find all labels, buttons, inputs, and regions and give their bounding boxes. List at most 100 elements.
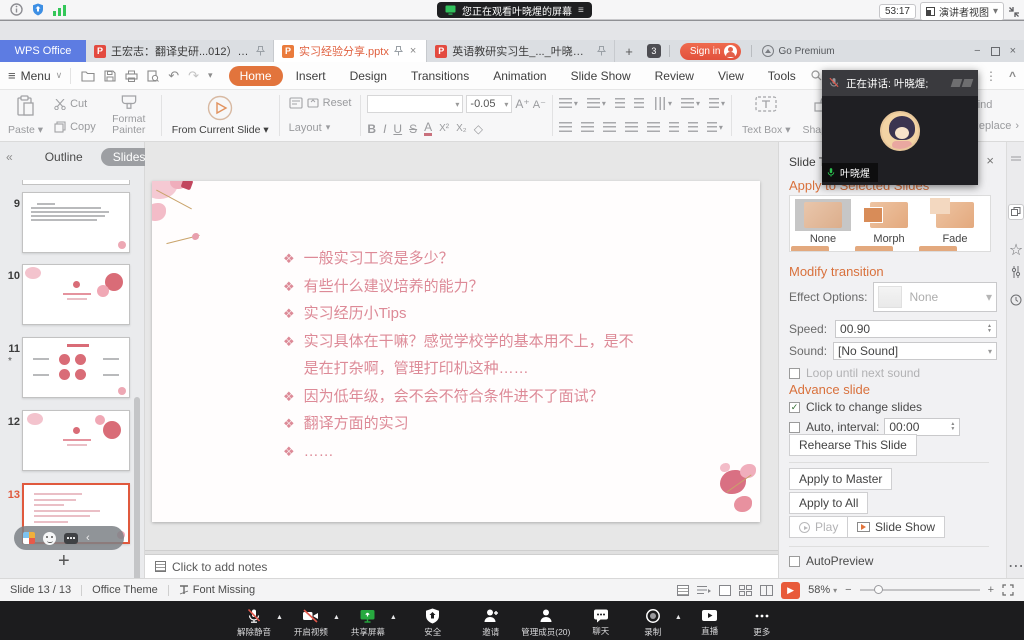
- tab-home[interactable]: Home: [229, 66, 283, 86]
- apply-to-all-button[interactable]: Apply to All: [789, 492, 868, 514]
- minimize-icon[interactable]: −: [974, 45, 980, 57]
- align-right-icon[interactable]: [603, 122, 616, 133]
- shield-icon[interactable]: [32, 3, 44, 16]
- outline-tab[interactable]: Outline: [41, 148, 87, 166]
- loop-checkbox[interactable]: [789, 368, 800, 379]
- floating-reaction-dock[interactable]: ‹: [14, 526, 124, 550]
- sound-dropdown[interactable]: [No Sound] ▾: [833, 342, 997, 360]
- layout-button[interactable]: Layout ▾: [286, 121, 355, 135]
- live-stream-button[interactable]: 直播: [684, 604, 736, 637]
- spin-down-icon[interactable]: ▼: [987, 329, 992, 334]
- subscript-icon[interactable]: X₂: [456, 123, 467, 134]
- participant-video-overlay[interactable]: 正在讲话: 叶晓煋; 叶晓煋: [822, 70, 978, 185]
- bullet-item[interactable]: ❖有些什么建议培养的能力？: [283, 273, 643, 301]
- slide-show-button[interactable]: Slide Show: [847, 516, 945, 538]
- slide-canvas[interactable]: ❖一般实习工资是多少？ ❖有些什么建议培养的能力？ ❖实习经历小Tips ❖实习…: [152, 181, 760, 522]
- increase-font-icon[interactable]: A⁺: [515, 97, 529, 111]
- font-family-combobox[interactable]: ▾: [367, 95, 463, 113]
- justify-icon[interactable]: [625, 122, 638, 133]
- text-effects-icon[interactable]: [709, 98, 719, 109]
- strikethrough-icon[interactable]: S: [409, 122, 417, 136]
- history-clock-icon[interactable]: [1007, 294, 1024, 306]
- chat-button[interactable]: 聊天: [575, 604, 627, 637]
- slide-thumbnail-11[interactable]: [22, 337, 130, 398]
- apply-to-master-button[interactable]: Apply to Master: [789, 468, 892, 490]
- bullet-item[interactable]: ❖翻译方面的实习: [283, 410, 643, 438]
- share-screen-button[interactable]: 共享屏幕: [342, 604, 394, 638]
- speed-input[interactable]: 00.90 ▲▼: [835, 320, 997, 338]
- close-panel-icon[interactable]: ×: [986, 153, 994, 168]
- tab-insert[interactable]: Insert: [285, 66, 337, 86]
- auto-interval-checkbox[interactable]: [789, 422, 800, 433]
- chat-bubble-icon[interactable]: [64, 533, 78, 544]
- column-list-icon[interactable]: [688, 122, 698, 133]
- theme-name[interactable]: Office Theme: [92, 584, 158, 596]
- settings-sliders-icon[interactable]: [1007, 266, 1024, 278]
- print-preview-icon[interactable]: [147, 70, 159, 82]
- superscript-icon[interactable]: X²: [439, 123, 449, 134]
- rehearse-button[interactable]: Rehearse This Slide: [789, 434, 917, 456]
- font-size-combobox[interactable]: -0.05 ▾: [466, 95, 512, 113]
- decrease-indent-icon[interactable]: [615, 98, 625, 109]
- pin-icon[interactable]: [394, 46, 403, 56]
- distribute-icon[interactable]: [647, 122, 660, 133]
- align-text-icon[interactable]: [681, 98, 694, 109]
- collapse-panel-icon[interactable]: «: [6, 150, 13, 164]
- emoji-reaction-icon[interactable]: [43, 532, 56, 545]
- tab-design[interactable]: Design: [339, 66, 398, 86]
- zoom-in-icon[interactable]: +: [988, 584, 994, 596]
- wps-office-button[interactable]: WPS Office: [0, 40, 86, 62]
- font-missing-indicator[interactable]: Font Missing: [179, 584, 255, 596]
- autopreview-checkbox[interactable]: [789, 556, 800, 567]
- font-color-icon[interactable]: A: [424, 122, 432, 136]
- slide-bullet-list[interactable]: ❖一般实习工资是多少？ ❖有些什么建议培养的能力？ ❖实习经历小Tips ❖实习…: [283, 245, 643, 465]
- mic-options-caret-icon[interactable]: ▲: [276, 614, 283, 621]
- document-tab-3[interactable]: P 英语教研实习生_..._叶晓煋.pdf: [427, 40, 615, 62]
- unmute-button[interactable]: 解除静音: [228, 604, 280, 638]
- tab-view[interactable]: View: [707, 66, 755, 86]
- undo-icon[interactable]: ↶: [168, 68, 179, 84]
- tab-transitions[interactable]: Transitions: [400, 66, 480, 86]
- zoom-level-button[interactable]: 58% ▾: [808, 584, 837, 596]
- paste-button[interactable]: Paste ▾: [4, 93, 47, 138]
- increase-indent-icon[interactable]: [634, 98, 644, 109]
- numbering-icon[interactable]: [587, 98, 600, 109]
- spinner[interactable]: ▲▼: [987, 324, 992, 334]
- spinner[interactable]: ▲▼: [950, 422, 955, 432]
- bullet-item[interactable]: ❖因为低年级，会不会不符合条件进不了面试？: [283, 383, 643, 411]
- pin-icon[interactable]: [597, 46, 606, 56]
- transition-option-morph[interactable]: Morph: [858, 199, 920, 251]
- record-options-caret-icon[interactable]: ▲: [675, 614, 682, 621]
- new-slide-button[interactable]: +: [58, 550, 70, 573]
- effect-options-dropdown[interactable]: None ▾: [873, 282, 998, 312]
- tab-tools[interactable]: Tools: [757, 66, 807, 86]
- copy-button[interactable]: Copy: [51, 120, 99, 134]
- signal-bars-icon[interactable]: [53, 4, 66, 16]
- decrease-font-icon[interactable]: A⁻: [533, 98, 546, 111]
- pin-icon[interactable]: [256, 46, 265, 56]
- video-feed[interactable]: 叶晓煋: [822, 96, 978, 185]
- notes-pane[interactable]: Click to add notes: [145, 555, 778, 578]
- more-panels-icon[interactable]: ⋯: [1007, 556, 1024, 576]
- slide-sorter-icon[interactable]: [739, 585, 752, 596]
- exit-fullscreen-icon[interactable]: [1008, 6, 1020, 18]
- more-button[interactable]: 更多: [736, 604, 788, 638]
- invite-button[interactable]: 邀请: [465, 604, 517, 638]
- manage-members-button[interactable]: 管理成员(20): [517, 604, 575, 638]
- slide-editor[interactable]: ❖一般实习工资是多少？ ❖有些什么建议培养的能力？ ❖实习经历小Tips ❖实习…: [145, 142, 778, 550]
- tab-review[interactable]: Review: [644, 66, 705, 86]
- notes-view-icon[interactable]: [677, 585, 689, 596]
- close-tab-icon[interactable]: ×: [408, 45, 418, 57]
- close-window-icon[interactable]: ×: [1010, 45, 1016, 57]
- loop-checkbox-row[interactable]: Loop until next sound: [789, 366, 920, 380]
- transition-option-fade[interactable]: Fade: [924, 199, 986, 251]
- zoom-out-icon[interactable]: −: [845, 584, 851, 596]
- document-tab-2-active[interactable]: P 实习经验分享.pptx ×: [274, 40, 427, 62]
- text-direction-icon[interactable]: [654, 97, 665, 110]
- sign-in-button[interactable]: Sign in: [680, 43, 742, 60]
- autopreview-row[interactable]: AutoPreview: [789, 554, 873, 568]
- fit-slide-icon[interactable]: [1002, 584, 1014, 596]
- spin-down-icon[interactable]: ▼: [950, 427, 955, 432]
- normal-view-icon[interactable]: [719, 585, 731, 596]
- zoom-slider-knob[interactable]: [874, 585, 883, 594]
